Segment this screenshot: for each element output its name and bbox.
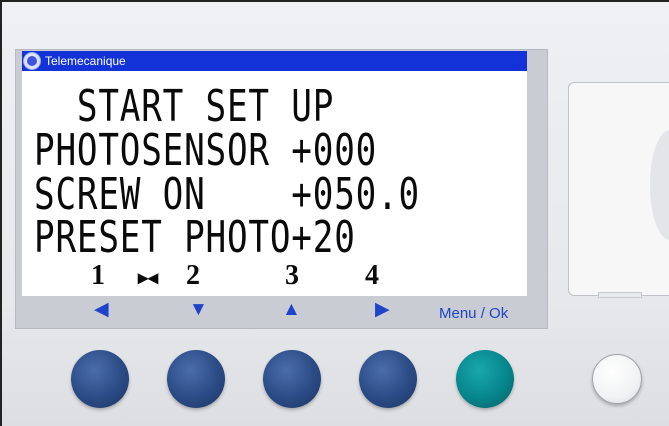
key-number-1: 1 — [91, 260, 105, 291]
left-button[interactable] — [71, 350, 129, 408]
right-button[interactable] — [359, 350, 417, 408]
lcd-line-1: START SET UP — [34, 81, 335, 132]
key-number-4: 4 — [365, 260, 379, 291]
lcd-line-2: PHOTOSENSOR +000 — [34, 125, 378, 176]
menu-ok-label: Menu / Ok — [439, 305, 509, 322]
up-arrow-icon: ▲ — [282, 299, 301, 320]
lcd-line-4: PRESET PHOTO+20 — [34, 212, 356, 263]
up-button[interactable] — [263, 350, 321, 408]
down-arrow-icon: ▼ — [189, 299, 208, 320]
left-arrow-icon: ◀ — [94, 299, 109, 320]
right-arrow-icon: ▶ — [375, 299, 390, 320]
menu-ok-button[interactable] — [456, 350, 514, 408]
key-number-2: 2 — [186, 260, 200, 291]
cover-tab[interactable] — [598, 292, 642, 298]
telemecanique-logo-icon — [23, 52, 41, 70]
down-button[interactable] — [167, 350, 225, 408]
key-number-3: 3 — [285, 260, 299, 291]
cursor-mark: ▸◂ — [138, 267, 159, 289]
brand-name: Telemecanique — [45, 54, 126, 68]
shift-button[interactable] — [592, 354, 642, 404]
